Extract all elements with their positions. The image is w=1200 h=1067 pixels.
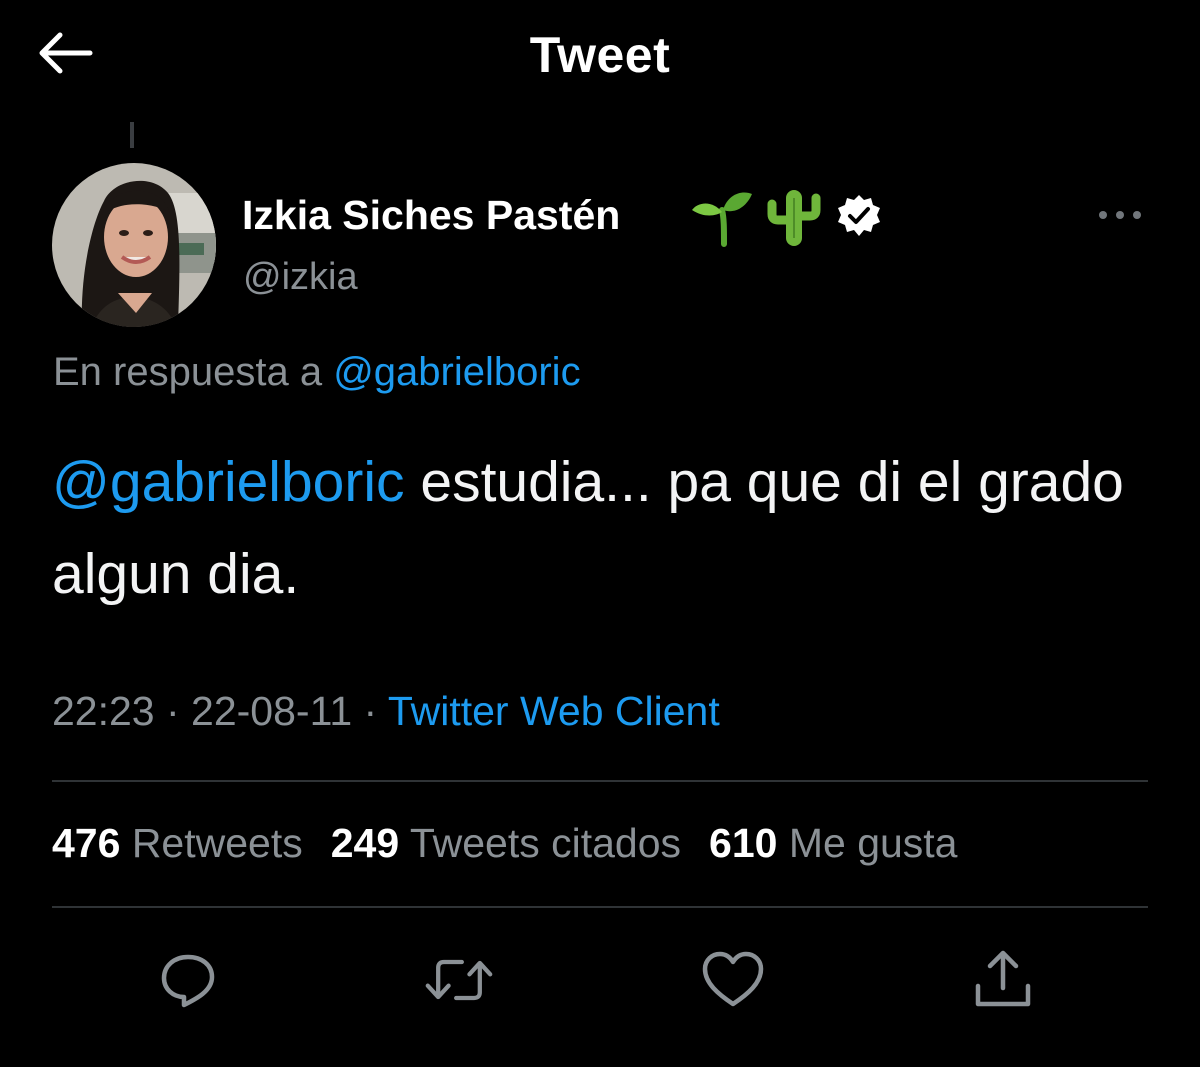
divider: [52, 780, 1148, 782]
retweet-button[interactable]: [424, 945, 494, 1015]
share-button[interactable]: [968, 945, 1038, 1015]
author-handle[interactable]: @izkia: [243, 256, 358, 299]
retweets-stat[interactable]: 476 Retweets: [52, 820, 303, 867]
author-name[interactable]: Izkia Siches Pastén: [242, 192, 620, 239]
action-bar: [0, 945, 1200, 1015]
likes-stat[interactable]: 610 Me gusta: [709, 820, 957, 867]
tweet-source-link[interactable]: Twitter Web Client: [388, 688, 720, 734]
name-badges: [690, 184, 882, 248]
cactus-icon: [767, 190, 821, 246]
retweets-count: 476: [52, 820, 121, 866]
tweet-date[interactable]: 22-08-11: [191, 688, 352, 734]
header-bar: Tweet: [0, 0, 1200, 110]
avatar-photo: [52, 163, 216, 327]
more-options-button[interactable]: [1094, 198, 1146, 232]
reply-to-prefix: En respuesta a: [53, 350, 334, 394]
share-icon: [975, 950, 1031, 1007]
retweets-label: Retweets: [131, 820, 303, 866]
quote-tweets-label: Tweets citados: [409, 820, 682, 866]
reply-icon: [161, 954, 215, 1008]
heart-icon: [702, 951, 764, 1007]
meta-separator: ·: [352, 688, 388, 734]
page-title: Tweet: [529, 27, 671, 83]
tweet-time[interactable]: 22:23: [52, 688, 155, 734]
tweet-meta: 22:23 · 22-08-11 · Twitter Web Client: [52, 688, 720, 735]
thread-connector-line: [130, 122, 134, 148]
retweet-icon: [425, 959, 493, 1001]
avatar[interactable]: [52, 163, 216, 327]
reply-to-line: En respuesta a @gabrielboric: [53, 350, 581, 395]
tweet-text: @gabrielboric estudia... pa que di el gr…: [52, 436, 1162, 620]
tweet-stats: 476 Retweets 249 Tweets citados 610 Me g…: [52, 820, 958, 867]
quote-tweets-stat[interactable]: 249 Tweets citados: [331, 820, 681, 867]
more-dots-icon: [1099, 211, 1141, 219]
seedling-icon: [692, 192, 752, 247]
like-button[interactable]: [698, 945, 768, 1015]
meta-separator: ·: [154, 688, 192, 734]
tweet-mention-link[interactable]: @gabrielboric: [52, 450, 405, 514]
reply-button[interactable]: [153, 945, 223, 1015]
likes-label: Me gusta: [788, 820, 958, 866]
divider: [52, 906, 1148, 908]
reply-to-mention-link[interactable]: @gabrielboric: [333, 350, 580, 394]
likes-count: 610: [709, 820, 778, 866]
quote-tweets-count: 249: [330, 820, 400, 866]
verified-badge-icon: [838, 195, 880, 236]
